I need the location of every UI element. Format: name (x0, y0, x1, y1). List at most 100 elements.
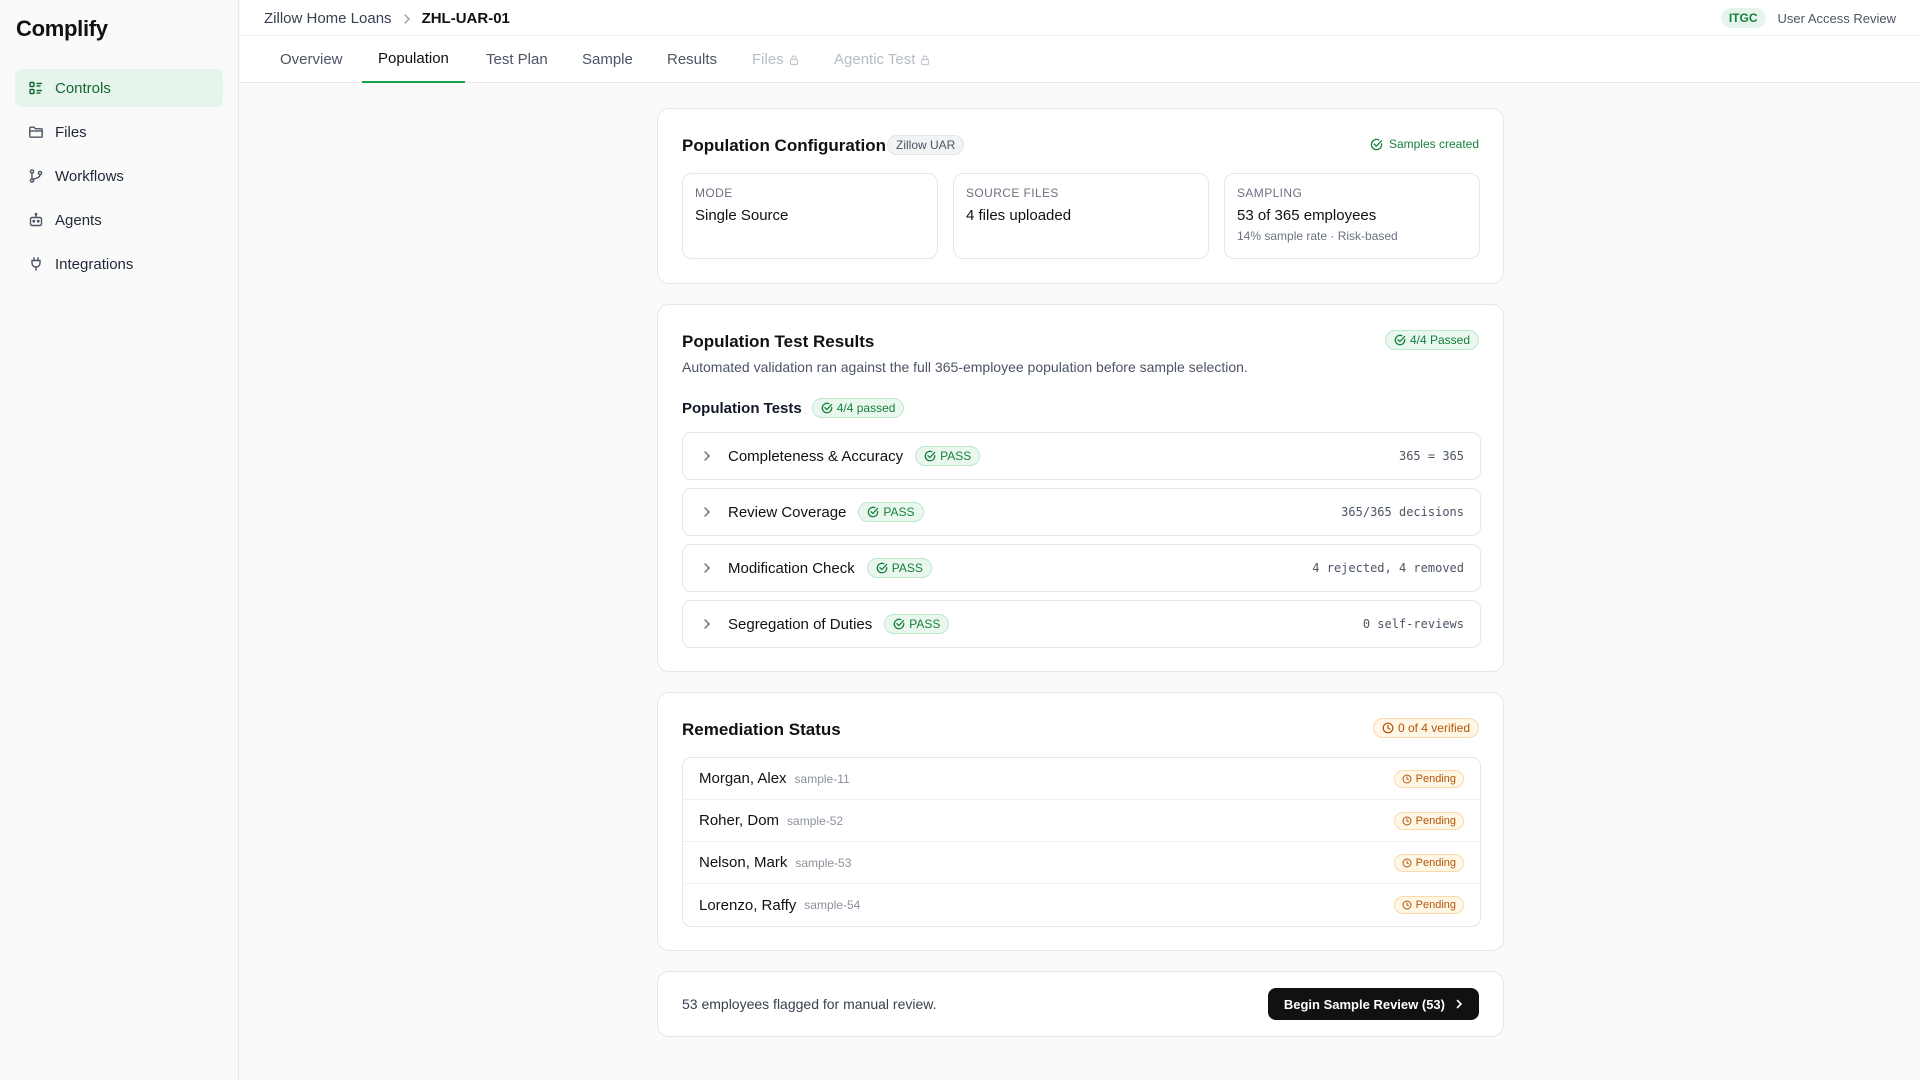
test-row-modification-check[interactable]: Modification Check PASS 4 rejected, 4 re… (682, 544, 1481, 592)
badge-text: Pending (1415, 814, 1456, 827)
sampling-detail: 14% sample rate · Risk-based (1237, 229, 1398, 243)
card-title: Population Configuration (682, 136, 886, 155)
list-item[interactable]: Lorenzo, Raffy sample-54 Pending (683, 884, 1480, 926)
clock-icon (1402, 857, 1412, 868)
sampling-box: SAMPLING 53 of 365 employees 14% sample … (1224, 173, 1480, 259)
tests-label: Population Tests (682, 399, 802, 417)
source-tag: Zillow UAR (887, 135, 965, 155)
remediation-list: Morgan, Alex sample-11 Pending Roher, Do… (682, 757, 1481, 927)
tab-sample[interactable]: Sample (582, 36, 633, 83)
badge-text: 4/4 Passed (1409, 333, 1470, 347)
button-label: Begin Sample Review (53) (1283, 996, 1445, 1012)
sidebar-item-integrations[interactable]: Integrations (15, 245, 223, 283)
breadcrumb-parent[interactable]: Zillow Home Loans (264, 10, 392, 27)
sidebar-item-label: Integrations (55, 255, 134, 273)
tab-label: Sample (582, 50, 633, 68)
sidebar-item-workflows[interactable]: Workflows (15, 157, 223, 195)
test-detail: 0 self-reviews (1362, 617, 1464, 631)
test-row-segregation-of-duties[interactable]: Segregation of Duties PASS 0 self-review… (682, 600, 1481, 648)
list-item[interactable]: Morgan, Alex sample-11 Pending (683, 758, 1480, 800)
control-name: User Access Review (1777, 10, 1896, 26)
badge-text: PASS (909, 617, 941, 631)
tests-badge: 4/4 passed (811, 398, 905, 418)
sample-id: sample-52 (787, 813, 844, 828)
clock-icon (1402, 900, 1412, 910)
sample-id: sample-11 (794, 771, 850, 786)
test-name: Review Coverage (728, 503, 847, 521)
test-row-review-coverage[interactable]: Review Coverage PASS 365/365 decisions (682, 488, 1481, 536)
list-item[interactable]: Roher, Dom sample-52 Pending (683, 800, 1480, 842)
check-circle-icon (876, 562, 888, 574)
test-name: Completeness & Accuracy (728, 447, 904, 465)
badge-text: Pending (1415, 899, 1456, 911)
samples-status: Samples created (1370, 137, 1479, 151)
category-badge: ITGC (1720, 8, 1766, 28)
tests-header: Population Tests 4/4 passed (682, 398, 905, 418)
remediation-status-card: Remediation Status 0 of 4 verified Morga… (657, 692, 1504, 951)
badge-text: 4/4 passed (836, 401, 896, 415)
sample-id: sample-53 (795, 855, 852, 870)
plug-icon (28, 256, 44, 272)
tab-results[interactable]: Results (667, 36, 717, 83)
verified-badge: 0 of 4 verified (1372, 718, 1479, 738)
source-files-value: 4 files uploaded (966, 207, 1072, 224)
population-config-card: Population Configuration Zillow UAR Samp… (657, 108, 1504, 284)
sidebar-item-label: Controls (55, 79, 111, 97)
employee-name: Morgan, Alex (699, 770, 787, 787)
breadcrumb: Zillow Home Loans ZHL-UAR-01 (264, 10, 510, 27)
badge-text: 0 of 4 verified (1397, 721, 1470, 735)
begin-sample-review-button[interactable]: Begin Sample Review (53) (1267, 988, 1479, 1020)
results-description: Automated validation ran against the ful… (682, 359, 1248, 375)
list-icon (28, 80, 44, 96)
test-row-completeness[interactable]: Completeness & Accuracy PASS 365 = 365 (682, 432, 1481, 480)
sidebar-item-agents[interactable]: Agents (15, 201, 223, 239)
breadcrumb-current: ZHL-UAR-01 (421, 10, 510, 27)
pass-badge: PASS (858, 502, 924, 522)
check-circle-icon (893, 618, 905, 630)
check-circle-icon (821, 402, 833, 414)
pending-badge: Pending (1393, 811, 1464, 830)
pending-badge: Pending (1393, 896, 1464, 914)
sidebar-item-controls[interactable]: Controls (15, 69, 223, 107)
mode-box: MODE Single Source (682, 173, 938, 259)
employee-name: Roher, Dom (699, 812, 780, 829)
sidebar-item-files[interactable]: Files (15, 113, 223, 151)
bot-icon (28, 212, 44, 228)
chevron-right-icon (700, 505, 714, 519)
clock-icon (1402, 815, 1412, 826)
sidebar-item-label: Workflows (55, 167, 124, 185)
lock-icon (919, 54, 931, 66)
employee-name: Lorenzo, Raffy (699, 896, 797, 914)
tab-agentic-test[interactable]: Agentic Test (834, 36, 931, 83)
tab-label: Files (752, 50, 784, 68)
chevron-right-icon (700, 617, 714, 631)
sampling-label: SAMPLING (1237, 186, 1303, 200)
sample-id: sample-54 (804, 898, 861, 912)
tab-label: Agentic Test (834, 50, 916, 68)
folder-icon (28, 124, 44, 140)
top-header: Zillow Home Loans ZHL-UAR-01 ITGC User A… (240, 0, 1920, 36)
sidebar-nav: Controls Files Workflows Agents Integrat… (15, 69, 223, 289)
sampling-value: 53 of 365 employees (1237, 207, 1377, 224)
check-circle-icon (1394, 334, 1406, 346)
tab-test-plan[interactable]: Test Plan (486, 36, 548, 83)
tab-label: Results (667, 50, 718, 68)
chevron-right-icon (400, 12, 414, 26)
test-name: Segregation of Duties (728, 615, 873, 633)
card-title: Remediation Status (682, 720, 841, 739)
tab-overview[interactable]: Overview (280, 36, 343, 83)
list-item[interactable]: Nelson, Mark sample-53 Pending (683, 842, 1480, 884)
source-files-box: SOURCE FILES 4 files uploaded (953, 173, 1209, 259)
clock-icon (1402, 773, 1412, 784)
chevron-right-icon (700, 449, 714, 463)
test-detail: 365 = 365 (1398, 449, 1464, 463)
sample-review-bar: 53 employees flagged for manual review. … (657, 971, 1504, 1037)
population-test-results-card: Population Test Results 4/4 Passed Autom… (657, 304, 1504, 672)
test-detail: 4 rejected, 4 removed (1312, 561, 1464, 575)
tab-files[interactable]: Files (752, 36, 800, 83)
tab-population[interactable]: Population (362, 36, 465, 83)
badge-text: Pending (1415, 772, 1456, 785)
clock-icon (1382, 722, 1394, 734)
pending-badge: Pending (1393, 769, 1464, 788)
badge-text: PASS (891, 561, 923, 575)
